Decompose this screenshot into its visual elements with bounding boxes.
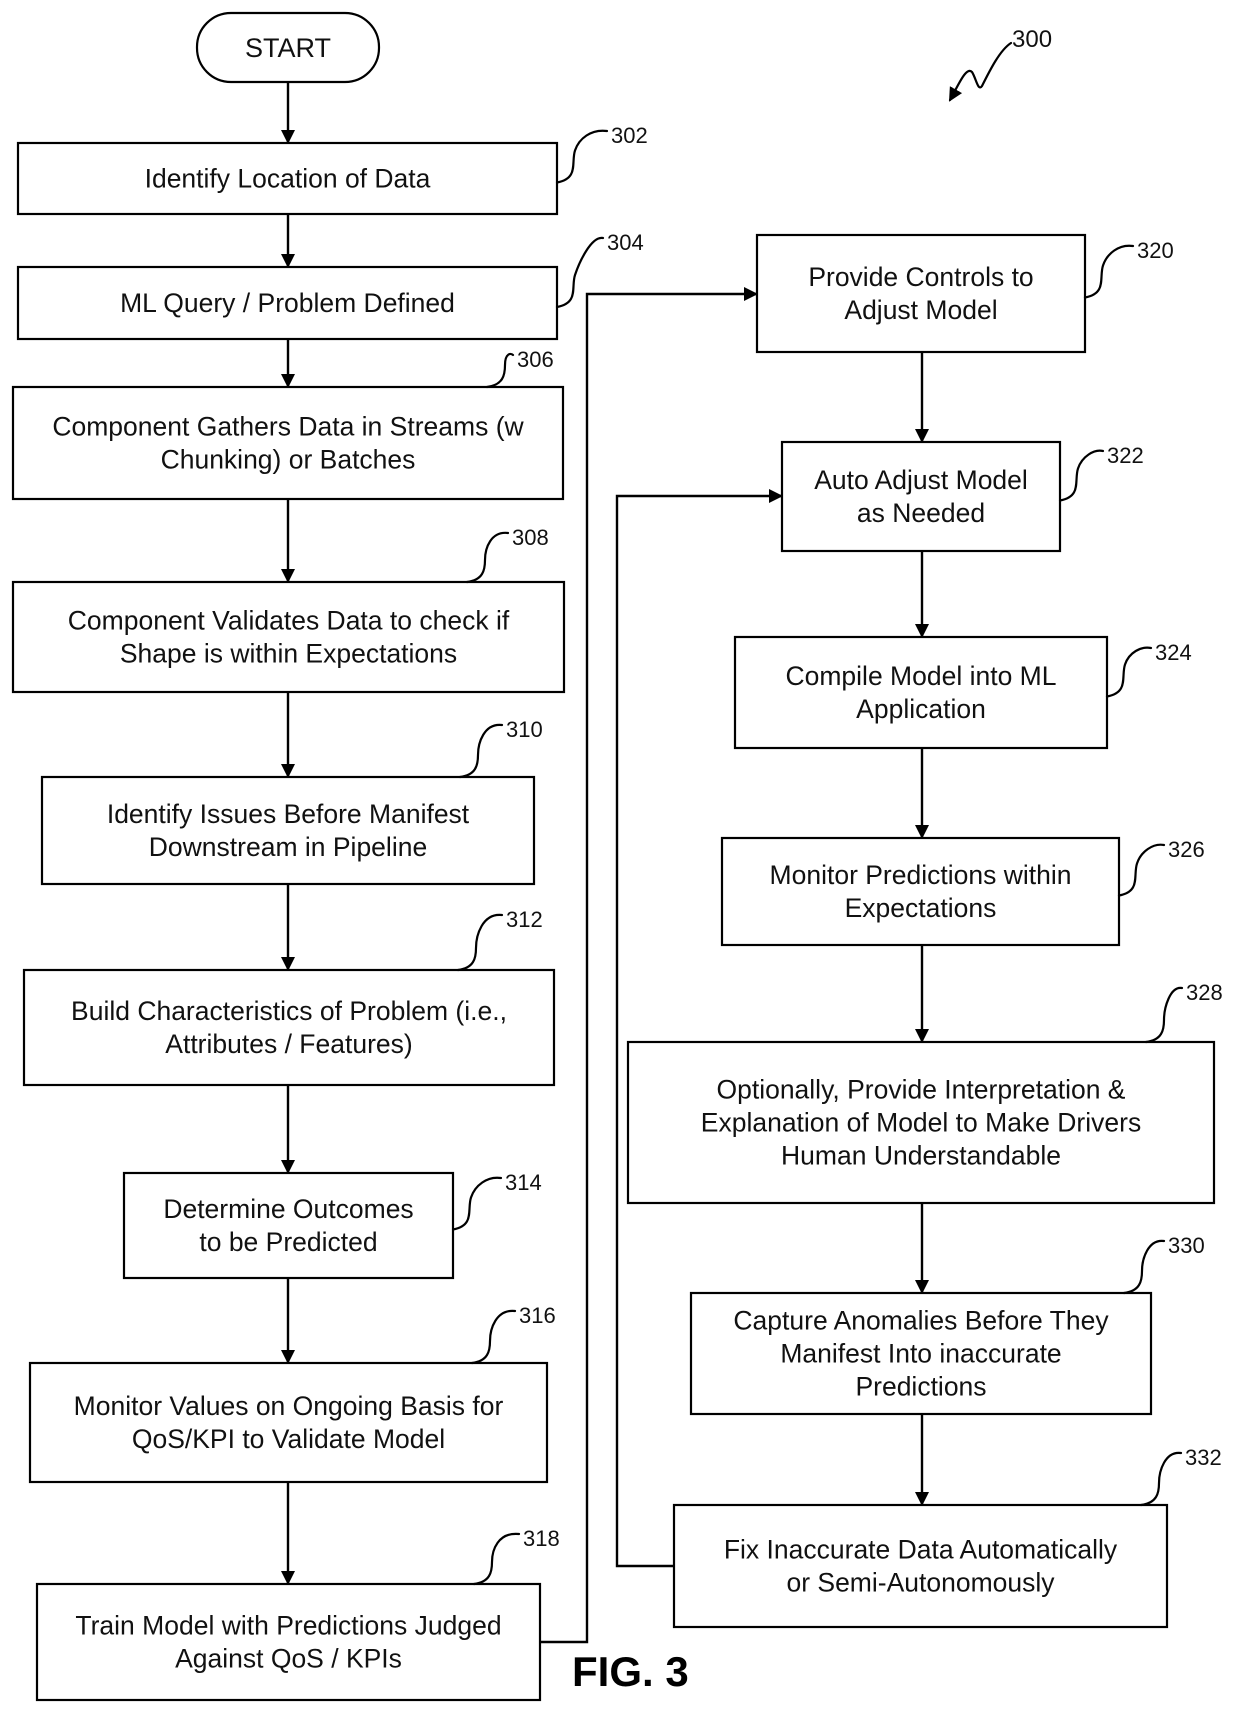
step-314: Determine Outcomesto be Predicted 314 <box>122 1170 542 1280</box>
step-reference-number: 318 <box>523 1526 560 1551</box>
figure-ref-number: 300 <box>1012 26 1052 53</box>
reference-leader <box>451 1176 503 1231</box>
reference-leader <box>1083 244 1135 299</box>
flowchart-diagram: 300 START Identify Location of Data 302 ML… <box>11 11 1223 1702</box>
figure-reference: 300 <box>948 26 1052 102</box>
reference-leader <box>456 913 504 972</box>
reference-leader <box>1117 843 1166 897</box>
reference-leader <box>1144 986 1184 1044</box>
reference-leader <box>1105 646 1153 698</box>
step-text-line: Identify Location of Data <box>145 164 431 194</box>
step-text-line: Identify Issues Before Manifest <box>107 799 470 829</box>
step-text-line: Shape is within Expectations <box>120 639 457 669</box>
step-310: Identify Issues Before ManifestDownstrea… <box>40 717 543 886</box>
step-box <box>22 968 556 1087</box>
step-304: ML Query / Problem Defined 304 <box>16 230 644 341</box>
step-text-line: Monitor Values on Ongoing Basis for <box>74 1391 504 1421</box>
step-text-line: Determine Outcomes <box>163 1194 413 1224</box>
step-box <box>122 1171 455 1280</box>
step-320: Provide Controls toAdjust Model 320 <box>755 233 1174 354</box>
step-text-line: Capture Anomalies Before They <box>733 1306 1109 1336</box>
step-box <box>11 385 565 501</box>
step-text-line: Fix Inaccurate Data Automatically <box>724 1535 1118 1565</box>
step-text-line: Expectations <box>845 893 997 923</box>
step-reference-number: 314 <box>505 1170 542 1195</box>
step-324: Compile Model into MLApplication 324 <box>733 635 1192 750</box>
step-text-line: Chunking) or Batches <box>161 445 416 475</box>
step-box <box>11 580 566 694</box>
step-316: Monitor Values on Ongoing Basis forQoS/K… <box>28 1303 556 1484</box>
step-326: Monitor Predictions withinExpectations 32… <box>720 836 1205 947</box>
step-reference-number: 302 <box>611 123 648 148</box>
start-node: START <box>195 11 381 84</box>
step-reference-number: 306 <box>517 347 554 372</box>
reference-leader <box>472 1532 521 1586</box>
step-box <box>672 1503 1169 1629</box>
step-330: Capture Anomalies Before TheyManifest In… <box>689 1233 1205 1416</box>
step-reference-number: 308 <box>512 525 549 550</box>
step-box <box>35 1582 542 1702</box>
step-text-line: Build Characteristics of Problem (i.e., <box>71 996 507 1026</box>
step-reference-number: 316 <box>519 1303 556 1328</box>
step-reference-number: 310 <box>506 717 543 742</box>
step-text-line: Auto Adjust Model <box>814 465 1028 495</box>
step-318: Train Model with Predictions JudgedAgain… <box>35 1526 560 1702</box>
reference-leader <box>555 129 609 184</box>
step-text-line: Component Gathers Data in Streams (w <box>52 412 524 442</box>
reference-leader <box>465 531 510 584</box>
step-text-line: Component Validates Data to check if <box>68 606 510 636</box>
step-reference-number: 326 <box>1168 837 1205 862</box>
step-328: Optionally, Provide Interpretation &Expl… <box>626 980 1223 1205</box>
step-332: Fix Inaccurate Data Automaticallyor Semi… <box>672 1445 1222 1629</box>
reference-leader <box>470 1309 517 1365</box>
step-reference-number: 332 <box>1185 1445 1222 1470</box>
step-text-line: Provide Controls to <box>808 262 1033 292</box>
step-box <box>28 1361 549 1484</box>
step-text-line: QoS/KPI to Validate Model <box>132 1424 445 1454</box>
step-text-line: Downstream in Pipeline <box>149 832 427 862</box>
step-text-line: Monitor Predictions within <box>770 860 1072 890</box>
step-reference-number: 322 <box>1107 443 1144 468</box>
step-reference-number: 324 <box>1155 640 1192 665</box>
figure-caption: FIG. 3 <box>572 1648 689 1695</box>
reference-leader <box>1058 449 1105 502</box>
step-text-line: or Semi-Autonomously <box>786 1568 1055 1598</box>
step-reference-number: 312 <box>506 907 543 932</box>
reference-leader <box>1122 1239 1166 1295</box>
step-text-line: Against QoS / KPIs <box>175 1644 402 1674</box>
step-text-line: Predictions <box>855 1372 986 1402</box>
step-reference-number: 320 <box>1137 238 1174 263</box>
step-text-line: ML Query / Problem Defined <box>120 288 455 318</box>
step-text-line: Explanation of Model to Make Drivers <box>701 1108 1141 1138</box>
step-text-line: to be Predicted <box>199 1227 377 1257</box>
step-reference-number: 328 <box>1186 980 1223 1005</box>
step-box <box>733 635 1109 750</box>
step-text-line: Optionally, Provide Interpretation & <box>716 1075 1125 1105</box>
step-302: Identify Location of Data 302 <box>16 123 648 216</box>
step-322: Auto Adjust Modelas Needed 322 <box>780 440 1144 553</box>
step-text-line: Human Understandable <box>781 1141 1061 1171</box>
step-text-line: Attributes / Features) <box>165 1029 412 1059</box>
step-text-line: Adjust Model <box>844 295 997 325</box>
reference-leader <box>458 723 504 779</box>
start-label: START <box>245 33 331 63</box>
reference-leader <box>555 236 605 309</box>
step-box <box>720 836 1121 947</box>
reference-leader <box>1139 1451 1183 1507</box>
step-text-line: as Needed <box>857 498 985 528</box>
step-reference-number: 330 <box>1168 1233 1205 1258</box>
step-reference-number: 304 <box>607 230 644 255</box>
step-text-line: Train Model with Predictions Judged <box>75 1611 501 1641</box>
step-text-line: Application <box>856 694 986 724</box>
reference-leader <box>485 352 515 389</box>
step-box <box>780 440 1062 553</box>
step-text-line: Manifest Into inaccurate <box>780 1339 1061 1369</box>
step-box <box>40 775 536 886</box>
step-text-line: Compile Model into ML <box>785 661 1056 691</box>
figure-ref-zigzag-arrow <box>948 41 1013 102</box>
step-box <box>755 233 1087 354</box>
